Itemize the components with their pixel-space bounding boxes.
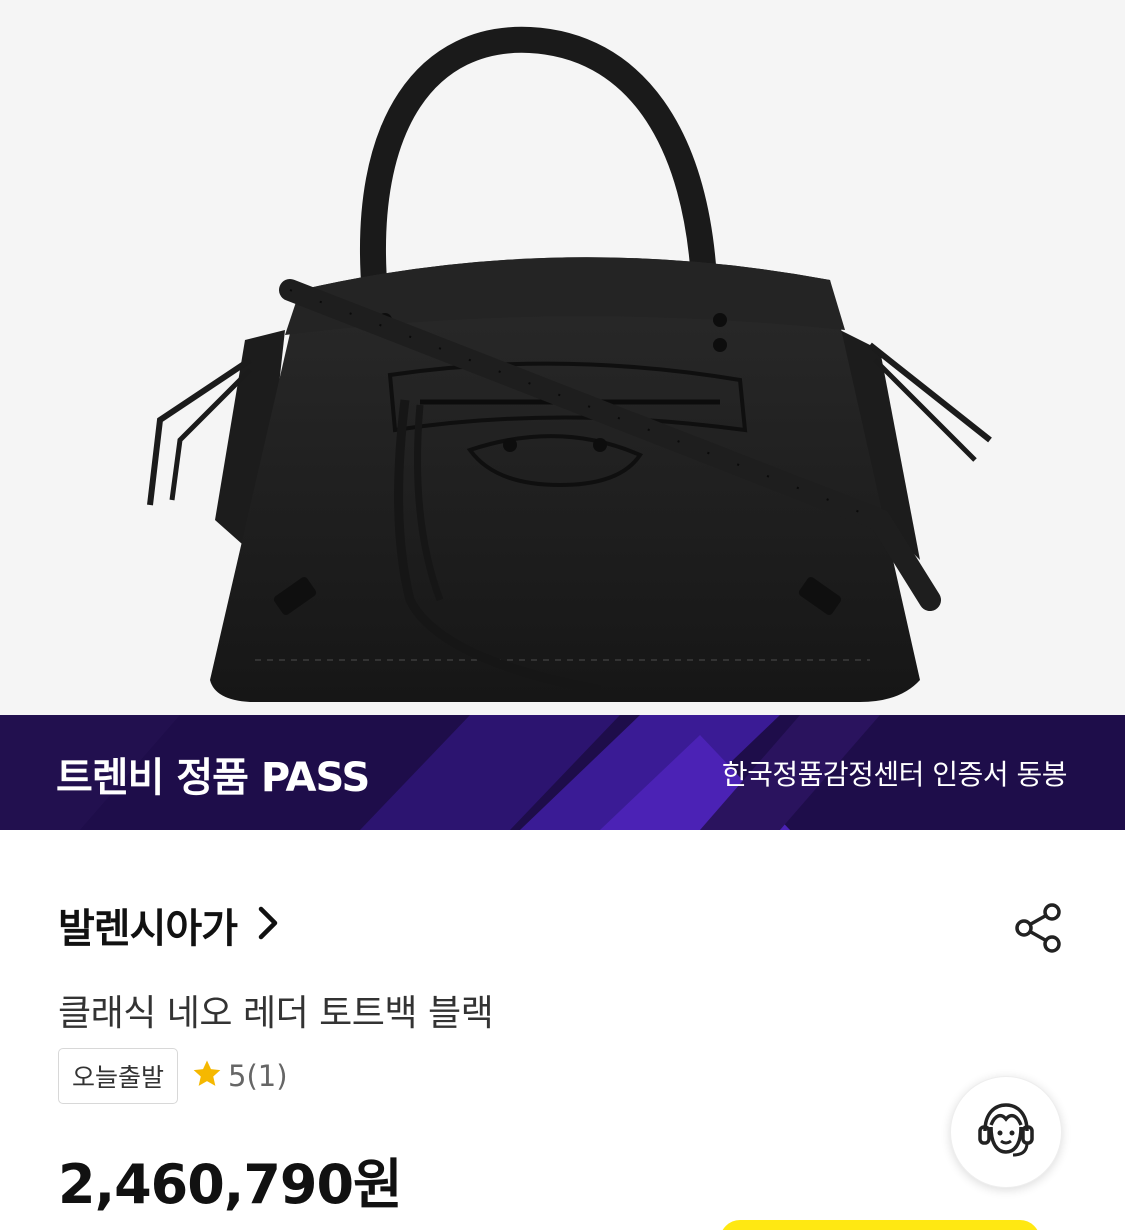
product-price: 2,460,790원 (58, 1153, 403, 1216)
product-detail-page: 트렌비 정품 PASS 한국정품감정센터 인증서 동봉 발렌시아가 클래식 네오… (0, 0, 1125, 1230)
star-icon (190, 1057, 224, 1095)
share-icon (1008, 903, 1068, 962)
rating-value: 5(1) (228, 1059, 288, 1093)
bottom-cta-button[interactable] (720, 1220, 1040, 1230)
chevron-right-icon (255, 903, 281, 947)
banner-subtitle: 한국정품감정센터 인증서 동봉 (721, 758, 1068, 791)
product-image[interactable] (0, 0, 1125, 715)
customer-service-button[interactable] (950, 1076, 1062, 1188)
brand-name: 발렌시아가 (58, 906, 238, 952)
rating[interactable]: 5(1) (190, 1057, 288, 1095)
product-tags: 오늘출발 5(1) (58, 1048, 288, 1104)
handbag-illustration (147, 26, 992, 702)
share-button[interactable] (1008, 898, 1068, 958)
banner-title: 트렌비 정품 PASS (56, 755, 370, 801)
product-name: 클래식 네오 레더 토트백 블랙 (58, 993, 494, 1034)
shipping-tag: 오늘출발 (58, 1048, 179, 1104)
authenticity-pass-banner[interactable]: 트렌비 정품 PASS 한국정품감정센터 인증서 동봉 (0, 715, 1125, 830)
headset-agent-icon (971, 1095, 1041, 1169)
brand-link[interactable]: 발렌시아가 (58, 896, 281, 954)
